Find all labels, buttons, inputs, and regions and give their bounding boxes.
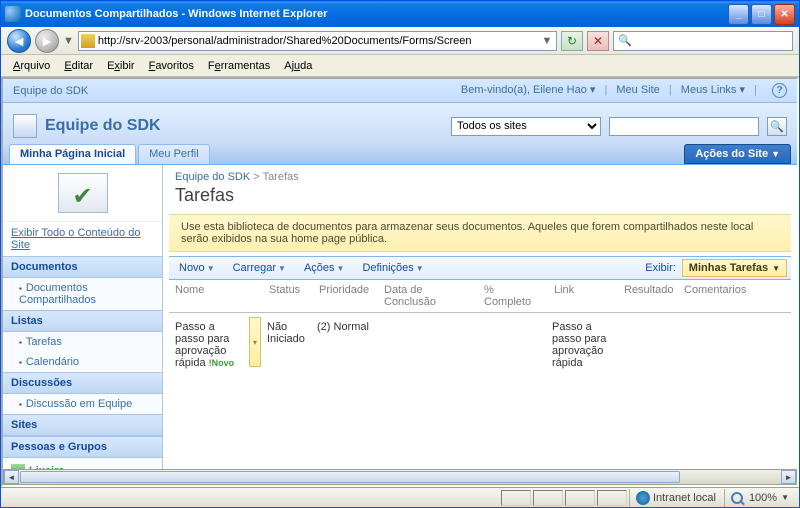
main-content: Equipe do SDK > Tarefas Tarefas Use esta… <box>163 165 797 469</box>
menu-ajuda[interactable]: Ajuda <box>278 58 318 74</box>
ql-header-lists[interactable]: Listas <box>3 310 162 332</box>
address-bar[interactable]: ▼ <box>78 31 557 51</box>
ie-search-box[interactable]: 🔍 <box>613 31 793 51</box>
col-prioridade[interactable]: Prioridade <box>313 280 378 312</box>
ie-icon <box>5 6 21 22</box>
menu-editar[interactable]: Editar <box>58 58 99 74</box>
menu-arquivo[interactable]: Arquivo <box>7 58 56 74</box>
col-pct-completo[interactable]: % Completo <box>478 280 548 312</box>
refresh-button[interactable]: ↻ <box>561 31 583 51</box>
global-nav: Equipe do SDK Bem-vindo(a), Eilene Hao ▾… <box>3 79 797 103</box>
settings-menu[interactable]: Definições▼ <box>356 260 429 276</box>
menu-ferramentas[interactable]: Ferramentas <box>202 58 276 74</box>
back-button[interactable]: ◄ <box>7 29 31 53</box>
new-menu[interactable]: Novo▼ <box>173 260 221 276</box>
list-toolbar: Novo▼ Carregar▼ Ações▼ Definições▼ Exibi… <box>169 256 791 280</box>
tab-profile[interactable]: Meu Perfil <box>138 144 210 164</box>
scroll-right-button[interactable]: ► <box>781 470 796 484</box>
page-favicon <box>81 34 95 48</box>
tab-home[interactable]: Minha Página Inicial <box>9 144 136 164</box>
list-description: Use esta biblioteca de documentos para a… <box>169 214 791 252</box>
nav-toolbar: ◄ ► ▼ ▼ ↻ ✕ 🔍 <box>1 27 799 55</box>
content-breadcrumb: Equipe do SDK > Tarefas <box>163 165 797 183</box>
cell-status: Não Iniciado <box>261 317 311 349</box>
new-badge: !Novo <box>209 358 235 368</box>
ql-item-shared-docs[interactable]: Documentos Compartilhados <box>3 278 162 310</box>
ql-item-calendar[interactable]: Calendário <box>3 352 162 372</box>
zoom-control[interactable]: 100% ▼ <box>724 489 795 507</box>
view-all-content-link[interactable]: Exibir Todo o Conteúdo do Site <box>3 222 162 256</box>
stop-button[interactable]: ✕ <box>587 31 609 51</box>
address-input[interactable] <box>98 35 540 47</box>
search-icon: 🔍 <box>618 34 632 47</box>
maximize-button[interactable]: □ <box>751 4 772 25</box>
cell-resultado <box>616 317 676 325</box>
site-title: Equipe do SDK <box>45 117 443 135</box>
cell-prioridade: (2) Normal <box>311 317 376 337</box>
breadcrumb-root[interactable]: Equipe do SDK <box>13 85 88 97</box>
address-dropdown-icon[interactable]: ▼ <box>540 35 554 47</box>
menu-bar: Arquivo Editar Exibir Favoritos Ferramen… <box>1 55 799 77</box>
welcome-menu[interactable]: Bem-vindo(a), Eilene Hao ▾ <box>461 84 596 96</box>
ql-header-sites[interactable]: Sites <box>3 414 162 436</box>
horizontal-scrollbar[interactable]: ◄ ► <box>3 469 797 485</box>
col-resultado[interactable]: Resultado <box>618 280 678 312</box>
menu-favoritos[interactable]: Favoritos <box>143 58 200 74</box>
view-label: Exibir: <box>645 262 676 274</box>
ql-header-docs[interactable]: Documentos <box>3 256 162 278</box>
item-context-menu[interactable]: ▾ <box>249 317 261 367</box>
search-go-button[interactable]: 🔍 <box>767 117 787 136</box>
site-search-input[interactable] <box>609 117 759 136</box>
col-comentarios[interactable]: Comentarios <box>678 280 753 312</box>
window-title: Documentos Compartilhados - Windows Inte… <box>25 8 728 20</box>
zone-icon <box>636 491 650 505</box>
window-titlebar: Documentos Compartilhados - Windows Inte… <box>1 1 799 27</box>
cell-nome[interactable]: Passo a passo para aprovação rápida !Nov… <box>169 317 249 373</box>
forward-button[interactable]: ► <box>35 29 59 53</box>
cell-link[interactable]: Passo a passo para aprovação rápida <box>546 317 616 373</box>
site-actions-menu[interactable]: Ações do Site▼ <box>684 144 791 164</box>
zoom-icon <box>731 492 743 504</box>
scroll-thumb[interactable] <box>20 471 680 483</box>
ql-header-discussions[interactable]: Discussões <box>3 372 162 394</box>
col-link[interactable]: Link <box>548 280 618 312</box>
col-nome[interactable]: Nome <box>169 280 249 312</box>
view-selector[interactable]: Minhas Tarefas▼ <box>682 259 787 277</box>
upload-menu[interactable]: Carregar▼ <box>227 260 292 276</box>
search-scope-select[interactable]: Todos os sites <box>451 117 601 136</box>
ql-item-tasks[interactable]: Tarefas <box>3 332 162 352</box>
nav-dropdown-icon[interactable]: ▼ <box>63 35 74 47</box>
close-button[interactable]: ✕ <box>774 4 795 25</box>
security-zone: Intranet local <box>629 489 722 507</box>
my-links-menu[interactable]: Meus Links ▾ <box>681 84 745 96</box>
scroll-left-button[interactable]: ◄ <box>4 470 19 484</box>
ql-header-people[interactable]: Pessoas e Grupos <box>3 436 162 458</box>
cell-comentarios <box>676 317 751 325</box>
bc-site-link[interactable]: Equipe do SDK <box>175 171 250 183</box>
site-logo-icon <box>13 114 37 138</box>
ql-item-team-discussion[interactable]: Discussão em Equipe <box>3 394 162 414</box>
cell-data <box>376 317 476 325</box>
col-status[interactable]: Status <box>263 280 313 312</box>
status-bar: Intranet local 100% ▼ <box>1 487 799 507</box>
table-row: Passo a passo para aprovação rápida !Nov… <box>169 313 791 373</box>
help-icon[interactable]: ? <box>772 83 787 98</box>
my-site-link[interactable]: Meu Site <box>616 84 659 96</box>
cell-pct <box>476 317 546 325</box>
menu-exibir[interactable]: Exibir <box>101 58 141 74</box>
bc-list-label: Tarefas <box>263 171 299 183</box>
table-header-row: Nome Status Prioridade Data de Conclusão… <box>169 280 791 313</box>
minimize-button[interactable]: _ <box>728 4 749 25</box>
quick-launch: Exibir Todo o Conteúdo do Site Documento… <box>3 165 163 469</box>
actions-menu[interactable]: Ações▼ <box>298 260 351 276</box>
list-icon <box>58 173 108 213</box>
list-title: Tarefas <box>163 183 797 214</box>
recycle-bin-link[interactable]: Lixeira <box>3 458 162 469</box>
site-header: Equipe do SDK Todos os sites 🔍 <box>3 103 797 143</box>
col-data-conclusao[interactable]: Data de Conclusão <box>378 280 478 312</box>
